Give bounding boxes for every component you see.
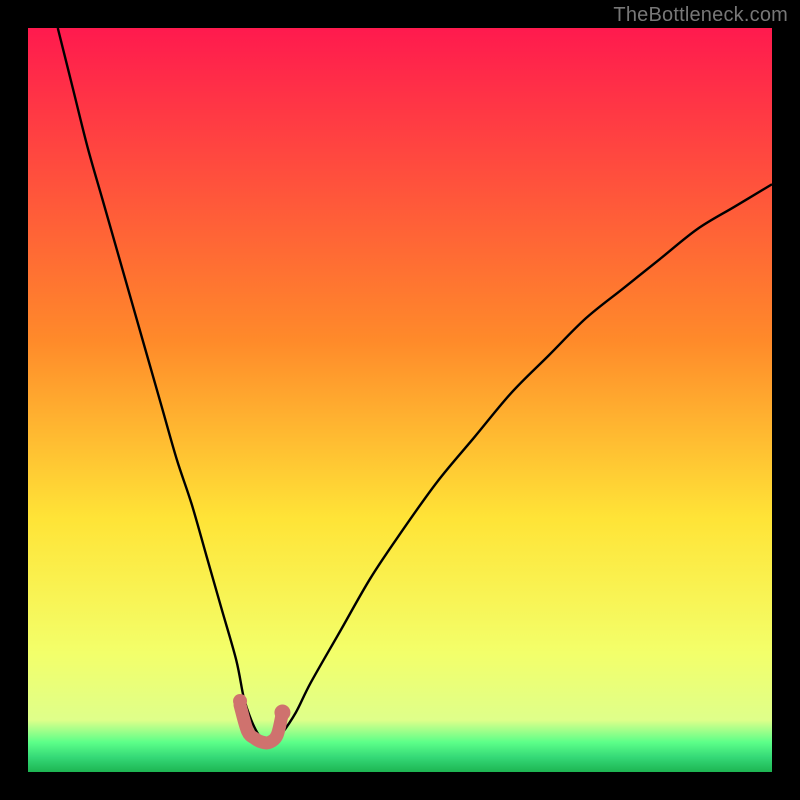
plot-area bbox=[28, 28, 772, 772]
attribution-text: TheBottleneck.com bbox=[613, 4, 788, 27]
chart-frame: TheBottleneck.com bbox=[0, 0, 800, 800]
marker-dot bbox=[274, 704, 290, 720]
chart-svg bbox=[28, 28, 772, 772]
gradient-background bbox=[28, 28, 772, 772]
marker-dot bbox=[233, 694, 247, 708]
